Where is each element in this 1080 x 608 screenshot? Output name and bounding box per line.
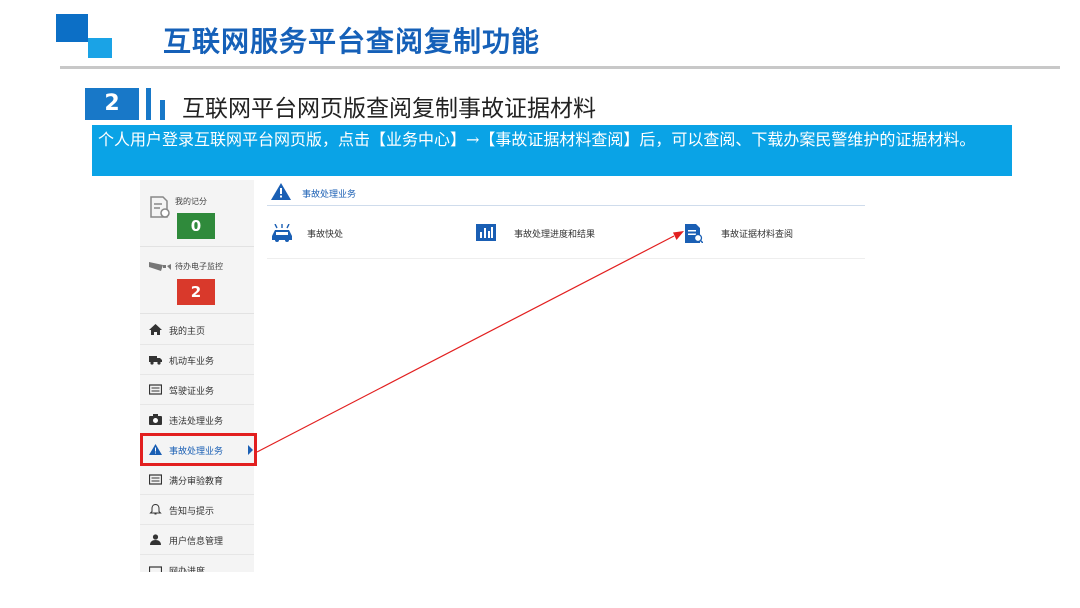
progress-icon <box>149 566 162 572</box>
highlight-box <box>140 433 257 466</box>
sidebar-item-home[interactable]: 我的主页 <box>140 315 254 345</box>
sidebar-item-full-score[interactable]: 满分审验教育 <box>140 465 254 495</box>
camera-icon <box>149 414 162 425</box>
description-text: 个人用户登录互联网平台网页版，点击【业务中心】→【事故证据材料查阅】后，可以查阅… <box>98 130 976 149</box>
logo-square-dark <box>56 14 88 42</box>
points-badge: 0 <box>177 213 215 239</box>
content-header: 事故处理业务 <box>302 190 357 200</box>
sidebar-item-label: 满分审验教育 <box>169 477 224 487</box>
section-number: 2 <box>85 88 139 120</box>
truck-icon <box>149 356 162 365</box>
slide-title: 互联网服务平台查阅复制功能 <box>163 25 541 58</box>
sidebar-item-label: 网办进度 <box>169 567 206 572</box>
document-icon <box>150 196 170 218</box>
sidebar-item-label: 机动车业务 <box>169 357 215 367</box>
section-title: 互联网平台网页版查阅复制事故证据材料 <box>182 96 596 122</box>
bell-icon <box>149 504 162 515</box>
warning-icon <box>271 183 291 200</box>
section-bar-icon <box>160 100 165 120</box>
license-icon <box>149 384 162 395</box>
portal-screenshot: 我的记分 0 待办电子监控 2 我的主页 机动车业务 驾驶证业务 违法处理业务 … <box>140 180 870 572</box>
list-icon <box>149 474 162 485</box>
sidebar: 我的记分 0 待办电子监控 2 我的主页 机动车业务 驾驶证业务 违法处理业务 … <box>140 180 254 572</box>
sidebar-item-label: 用户信息管理 <box>169 537 224 547</box>
sidebar-item-user-info[interactable]: 用户信息管理 <box>140 525 254 555</box>
header-divider <box>267 205 865 206</box>
user-icon <box>150 534 161 545</box>
sidebar-item-progress[interactable]: 网办进度 <box>140 555 254 572</box>
sidebar-item-vehicle[interactable]: 机动车业务 <box>140 345 254 375</box>
pending-badge: 2 <box>177 279 215 305</box>
camera-icon <box>149 262 171 271</box>
home-icon <box>149 324 162 335</box>
sidebar-item-violation[interactable]: 违法处理业务 <box>140 405 254 435</box>
service-evidence-lookup[interactable]: 事故证据材料查阅 <box>721 227 793 240</box>
service-accident-progress[interactable]: 事故处理进度和结果 <box>514 227 595 240</box>
evidence-doc-icon <box>685 224 703 243</box>
stat-label: 我的记分 <box>175 197 207 206</box>
sidebar-item-label: 我的主页 <box>169 327 206 337</box>
sidebar-item-license[interactable]: 驾驶证业务 <box>140 375 254 405</box>
stat-pending-monitoring[interactable]: 待办电子监控 2 <box>140 247 254 314</box>
row-divider <box>267 258 865 259</box>
section-bar-icon <box>146 88 151 120</box>
sidebar-item-notice[interactable]: 告知与提示 <box>140 495 254 525</box>
car-crash-icon <box>272 224 292 242</box>
stat-my-points[interactable]: 我的记分 0 <box>140 180 254 247</box>
sidebar-item-label: 告知与提示 <box>169 507 215 517</box>
bar-chart-icon <box>476 224 496 241</box>
logo-square-light <box>88 38 112 58</box>
sidebar-item-label: 违法处理业务 <box>169 417 224 427</box>
title-divider <box>60 66 1060 69</box>
service-quick-accident[interactable]: 事故快处 <box>307 227 343 240</box>
stat-label: 待办电子监控 <box>175 262 223 271</box>
sidebar-item-label: 驾驶证业务 <box>169 387 215 397</box>
